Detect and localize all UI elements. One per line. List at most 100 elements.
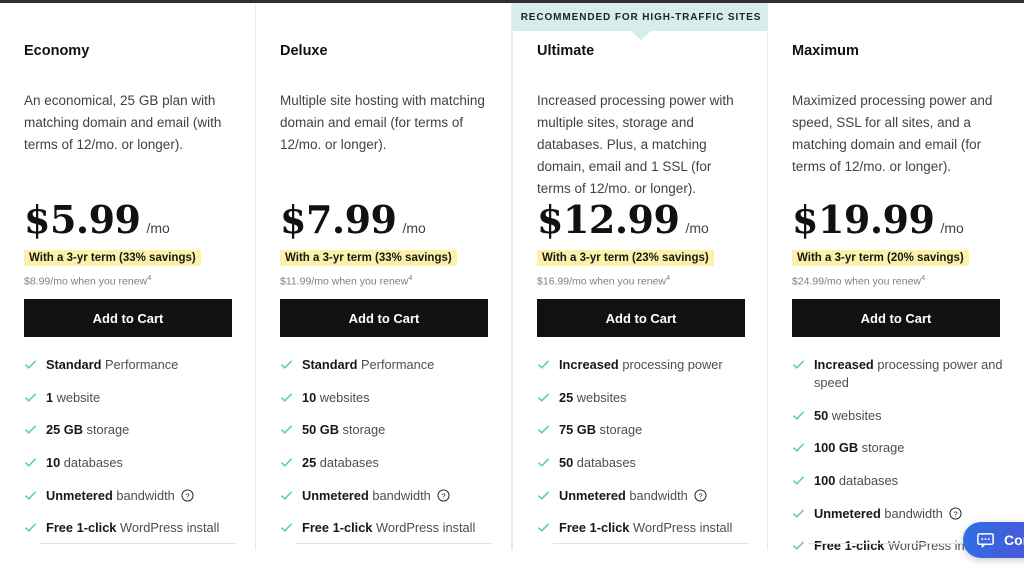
plan-feature-emphasis: Increased — [559, 357, 619, 372]
plan-price: $5.99 — [24, 197, 141, 242]
plan-feature-text: Free 1-click WordPress install — [814, 537, 987, 555]
check-icon — [24, 456, 37, 469]
plan-feature-list: Standard Performance 10 websites 50 GB sto… — [280, 356, 494, 552]
plan-feature-emphasis: Standard — [46, 357, 102, 372]
plan-feature-list: Standard Performance 1 website 25 GB stora… — [24, 356, 238, 552]
plan-feature-text: Increased processing power and speed — [814, 356, 1006, 392]
plan-feature-text: 10 databases — [46, 454, 123, 472]
plan-feature-emphasis: Free 1-click — [302, 520, 373, 536]
check-icon — [280, 489, 293, 502]
plan-name: Deluxe — [280, 43, 328, 59]
contact-chat-widget[interactable]: Contact — [963, 522, 1024, 558]
add-to-cart-button[interactable]: Add to Cart — [24, 299, 232, 337]
plan-feature-emphasis: 100 — [814, 473, 836, 489]
plan-header: Deluxe Multiple site hosting with matchin… — [280, 3, 487, 156]
plan-feature-rest: bandwidth — [368, 487, 431, 503]
plan-feature-item: Increased processing power — [537, 356, 751, 374]
plan-feature-item: Unmetered bandwidth? — [280, 487, 494, 505]
plan-savings-badge: With a 3-yr term (33% savings) — [280, 250, 457, 266]
plan-feature-item: Unmetered bandwidth? — [792, 505, 1006, 523]
add-to-cart-button[interactable]: Add to Cart — [537, 299, 745, 337]
plan-feature-emphasis: Unmetered — [559, 487, 626, 503]
check-icon — [280, 391, 293, 404]
plan-feature-text: 25 databases — [302, 454, 379, 472]
plan-price: $7.99 — [280, 197, 397, 242]
plan-price-period: /mo — [940, 220, 964, 236]
plan-feature-text: Standard Performance — [302, 356, 434, 374]
plan-feature-item: 1 website — [24, 389, 238, 407]
plan-feature-rest: bandwidth — [625, 487, 688, 503]
plan-feature-item: 25 GB storage — [24, 421, 238, 439]
plan-feature-rest: processing power — [618, 357, 723, 372]
plan-feature-text: Unmetered bandwidth? — [46, 487, 194, 505]
plan-feature-text: Standard Performance — [46, 356, 178, 374]
check-icon — [537, 489, 550, 502]
plan-feature-rest: websites — [573, 389, 627, 405]
ribbon-pointer-icon — [631, 31, 651, 40]
pricing-plan-card: RECOMMENDED FOR HIGH-TRAFFIC SITES Ultima… — [512, 3, 769, 550]
plan-feature-item: 50 databases — [537, 454, 751, 472]
check-icon — [792, 474, 805, 487]
check-icon — [280, 456, 293, 469]
add-to-cart-button[interactable]: Add to Cart — [280, 299, 488, 337]
svg-text:?: ? — [953, 509, 957, 518]
plan-feature-item: Increased processing power and speed — [792, 356, 1006, 392]
check-icon — [537, 391, 550, 404]
plan-feature-rest: databases — [316, 454, 379, 470]
plan-renewal-footnote: 4 — [666, 273, 671, 282]
plan-feature-text: Free 1-click WordPress install — [46, 519, 219, 537]
plan-feature-emphasis: Standard — [302, 357, 358, 372]
plan-feature-emphasis: Unmetered — [302, 487, 369, 503]
plan-feature-emphasis: 50 GB — [302, 422, 339, 438]
pricing-plan-card: Maximum Maximized processing power and sp… — [768, 3, 1024, 553]
plan-feature-item: Free 1-click WordPress install — [280, 519, 494, 537]
plan-renewal-footnote: 4 — [147, 273, 152, 282]
plan-description: Multiple site hosting with matching doma… — [280, 93, 485, 153]
plan-feature-item: 10 websites — [280, 389, 494, 407]
plan-savings-badge: With a 3-yr term (33% savings) — [24, 250, 201, 266]
plan-feature-text: 25 GB storage — [46, 421, 129, 439]
plan-feature-rest: Performance — [101, 357, 179, 372]
check-icon — [792, 358, 805, 371]
plan-savings-badge: With a 3-yr term (20% savings) — [792, 250, 969, 266]
check-icon — [537, 423, 550, 436]
recommended-ribbon-label: RECOMMENDED FOR HIGH-TRAFFIC SITES — [520, 11, 762, 23]
add-to-cart-button[interactable]: Add to Cart — [792, 299, 1000, 337]
plan-savings-badge: With a 3-yr term (23% savings) — [537, 250, 714, 266]
check-icon — [792, 507, 805, 520]
plan-feature-item: Standard Performance — [280, 356, 494, 374]
plan-feature-rest: databases — [573, 454, 636, 470]
plan-renewal-price: $24.99/mo when you renew4 — [792, 273, 1004, 288]
plan-list-divider — [40, 543, 236, 544]
plan-feature-emphasis: Free 1-click — [559, 520, 630, 536]
plan-feature-emphasis: Free 1-click — [46, 520, 117, 536]
plan-feature-text: 75 GB storage — [559, 421, 642, 439]
plan-feature-emphasis: 25 — [559, 389, 574, 405]
question-circle-icon[interactable]: ? — [181, 489, 194, 502]
plan-feature-rest: bandwidth — [880, 505, 943, 521]
plan-feature-text: 50 databases — [559, 454, 636, 472]
plan-feature-emphasis: Free 1-click — [814, 538, 885, 554]
plan-feature-item: 100 databases — [792, 472, 1006, 490]
question-circle-icon[interactable]: ? — [694, 489, 707, 502]
plan-feature-text: 100 GB storage — [814, 439, 904, 457]
check-icon — [792, 441, 805, 454]
plan-feature-item: 10 databases — [24, 454, 238, 472]
question-circle-icon[interactable]: ? — [437, 489, 450, 502]
pricing-plan-card: Deluxe Multiple site hosting with matchin… — [256, 3, 512, 550]
check-icon — [24, 391, 37, 404]
plan-feature-emphasis: Unmetered — [46, 487, 113, 503]
pricing-plan-grid: Economy An economical, 25 GB plan with ma… — [0, 3, 1024, 553]
plan-name: Ultimate — [537, 43, 595, 59]
plan-feature-text: Free 1-click WordPress install — [302, 519, 475, 537]
plan-feature-item: Free 1-click WordPress install — [537, 519, 751, 537]
check-icon — [24, 521, 37, 534]
plan-feature-text: Unmetered bandwidth? — [559, 487, 707, 505]
plan-feature-item: Unmetered bandwidth? — [537, 487, 751, 505]
plan-price-block: $7.99/mo With a 3-yr term (33% savings) $1… — [280, 201, 492, 288]
plan-name: Economy — [24, 43, 90, 59]
plan-feature-text: 10 websites — [302, 389, 370, 407]
plan-description: Increased processing power with multiple… — [537, 93, 734, 196]
question-circle-icon[interactable]: ? — [949, 507, 962, 520]
plan-feature-item: Free 1-click WordPress install — [24, 519, 238, 537]
